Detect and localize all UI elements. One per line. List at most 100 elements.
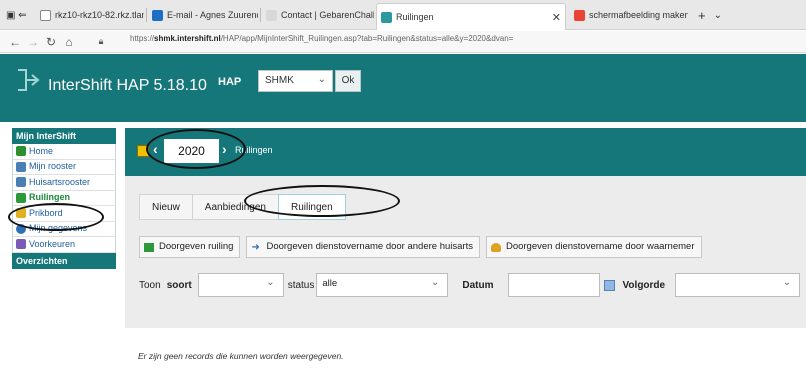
- hap-label: HAP: [218, 76, 242, 88]
- soort-select[interactable]: ⌄: [197, 273, 284, 297]
- filter-row: Toon soort ⌄ status alle ⌄ Datum Volgord…: [139, 272, 806, 298]
- tab-nieuw[interactable]: Nieuw: [139, 194, 193, 220]
- sidebar-item-ruilingen[interactable]: Ruilingen: [12, 190, 116, 206]
- info-icon: [16, 223, 26, 234]
- soort-label: soort: [166, 279, 192, 291]
- sidebar-item-label: Mijn gegevens: [29, 223, 88, 233]
- lock-icon: 🔒︎: [98, 36, 104, 46]
- back-icon[interactable]: ←: [6, 35, 24, 49]
- outlook-icon: [152, 9, 163, 21]
- sidebar-item-mijn-rooster[interactable]: Mijn rooster: [12, 159, 116, 175]
- browser-tab-label: E-mail - Agnes Zuurendonk: [167, 10, 258, 20]
- sidebar-item-label: Ruilingen: [29, 192, 70, 202]
- swap-icon: [16, 192, 26, 203]
- button-label: Doorgeven ruiling: [159, 241, 234, 252]
- app-header: InterShift HAP 5.18.10 HAP SHMK ⌄ Ok: [0, 54, 806, 122]
- previous-year-icon[interactable]: ‹: [153, 141, 158, 157]
- refresh-icon[interactable]: ↻: [42, 35, 60, 49]
- sidebar-item-voorkeuren[interactable]: Voorkeuren: [12, 237, 116, 253]
- chevron-down-icon[interactable]: ⌄: [714, 10, 722, 21]
- sidebar-item-huisartsrooster[interactable]: Huisartsrooster: [12, 175, 116, 191]
- content-panel: Nieuw Aanbiedingen Ruilingen Doorgeven r…: [125, 176, 806, 328]
- calendar-icon: [16, 177, 26, 188]
- doorgeven-ruiling-button[interactable]: Doorgeven ruiling: [139, 236, 241, 258]
- calendar-picker-icon[interactable]: [603, 279, 615, 291]
- browser-tab-label: Ruilingen: [396, 12, 434, 22]
- action-buttons: Doorgeven ruiling ➜ Doorgeven dienstover…: [139, 236, 708, 258]
- next-year-icon[interactable]: ›: [222, 141, 227, 157]
- breadcrumb: Ruilingen: [235, 145, 273, 155]
- swap-icon: [144, 242, 154, 252]
- button-label: Doorgeven dienstovername door waarnemer: [505, 241, 695, 252]
- sidebar-item-label: Prikbord: [29, 207, 63, 218]
- tab-actions-icon: ▣ ⇐: [6, 9, 27, 21]
- person-icon: [490, 242, 501, 252]
- browser-tab-3[interactable]: Contact | GebarenChallenge: [262, 3, 374, 27]
- organization-select[interactable]: SHMK ⌄: [258, 70, 333, 92]
- browser-tab-strip: ▣ ⇐ rkz10-rkz10-82.rkz.tlan - Ext E-mail…: [0, 0, 806, 30]
- url-path: /HAP/app/MijnInterShift_Ruilingen.asp?ta…: [220, 34, 514, 43]
- home-icon[interactable]: ⌂: [60, 35, 78, 49]
- organization-select-value: SHMK: [265, 75, 294, 86]
- chevron-down-icon: ⌄: [782, 277, 792, 288]
- sidebar-item-mijn-gegevens[interactable]: Mijn gegevens: [12, 221, 116, 237]
- chevron-down-icon: ⌄: [317, 74, 326, 85]
- browser-tab-5[interactable]: schermafbeelding maken - ✕: [570, 3, 688, 27]
- browser-tab-2[interactable]: E-mail - Agnes Zuurendonk: [148, 3, 258, 27]
- close-icon[interactable]: ✕: [552, 11, 561, 24]
- doorgeven-andere-huisarts-button[interactable]: ➜ Doorgeven dienstovername door andere h…: [246, 236, 480, 258]
- page-icon: [266, 9, 277, 21]
- arrow-right-icon: ➜: [251, 241, 260, 253]
- settings-icon: [16, 239, 26, 250]
- datum-field[interactable]: [507, 273, 600, 297]
- sidebar-section-overzichten[interactable]: Overzichten: [12, 252, 116, 269]
- browser-tab-label: Contact | GebarenChallenge: [281, 10, 374, 20]
- browser-tab-label: rkz10-rkz10-82.rkz.tlan - Ext: [55, 10, 144, 20]
- tab-actions[interactable]: ▣ ⇐: [2, 3, 32, 27]
- tab-aanbiedingen[interactable]: Aanbiedingen: [191, 194, 279, 220]
- schedule-icon: [16, 161, 26, 172]
- calendar-icon: [137, 145, 149, 157]
- datum-label: Datum: [462, 279, 494, 291]
- volgorde-label: Volgorde: [622, 279, 666, 291]
- forward-icon[interactable]: →: [24, 35, 42, 49]
- new-tab-button[interactable]: + ⌄: [694, 3, 734, 27]
- browser-tab-1[interactable]: rkz10-rkz10-82.rkz.tlan - Ext: [36, 3, 144, 27]
- url-host: shmk.intershift.nl: [154, 34, 221, 43]
- intershift-logo-icon: [18, 69, 40, 91]
- status-select-value: alle: [322, 278, 338, 289]
- empty-message: Er zijn geen records die kunnen worden w…: [138, 351, 344, 361]
- tab-ruilingen[interactable]: Ruilingen: [277, 194, 346, 220]
- chevron-down-icon: ⌄: [266, 277, 275, 288]
- browser-tab-label: schermafbeelding maken -: [589, 10, 688, 20]
- button-label: Doorgeven dienstovername door andere hui…: [266, 241, 473, 252]
- chevron-down-icon: ⌄: [430, 277, 440, 288]
- intershift-icon: [381, 11, 392, 23]
- plus-icon: +: [698, 7, 706, 23]
- sidebar-item-label: Voorkeuren: [29, 238, 76, 249]
- sidebar-section-mijn-intershift: Mijn InterShift: [12, 128, 116, 144]
- url-field[interactable]: https://shmk.intershift.nl/HAP/app/MijnI…: [130, 34, 513, 43]
- volgorde-select[interactable]: ⌄: [675, 273, 801, 297]
- toon-label: Toon: [139, 279, 161, 291]
- board-icon: [16, 208, 26, 219]
- tab-bar: Nieuw Aanbiedingen Ruilingen: [139, 194, 346, 220]
- url-prefix: https://: [130, 34, 155, 43]
- google-icon: [574, 9, 585, 21]
- browser-tab-4[interactable]: Ruilingen ✕: [376, 3, 566, 30]
- address-bar: ← → ↻ ⌂ 🔒︎ https://shmk.intershift.nl/HA…: [0, 31, 806, 53]
- status-select[interactable]: alle ⌄: [316, 273, 449, 297]
- page-icon: [40, 9, 51, 21]
- ok-button[interactable]: Ok: [335, 70, 361, 92]
- status-label: status: [287, 279, 315, 291]
- sidebar-item-home[interactable]: Home: [12, 144, 116, 160]
- year-field[interactable]: 2020: [164, 139, 219, 163]
- sidebar-item-label: Mijn rooster: [29, 161, 77, 171]
- sidebar-item-prikbord[interactable]: Prikbord: [12, 206, 116, 222]
- main-toolbar: ‹ 2020 › Ruilingen: [125, 128, 806, 176]
- sidebar-item-label: Home: [29, 145, 54, 156]
- app-title: InterShift HAP 5.18.10: [48, 77, 207, 94]
- doorgeven-waarnemer-button[interactable]: Doorgeven dienstovername door waarnemer: [485, 236, 702, 258]
- sidebar-item-label: Huisartsrooster: [29, 176, 91, 187]
- sidebar: Mijn InterShift Home Mijn rooster Huisar…: [12, 128, 116, 269]
